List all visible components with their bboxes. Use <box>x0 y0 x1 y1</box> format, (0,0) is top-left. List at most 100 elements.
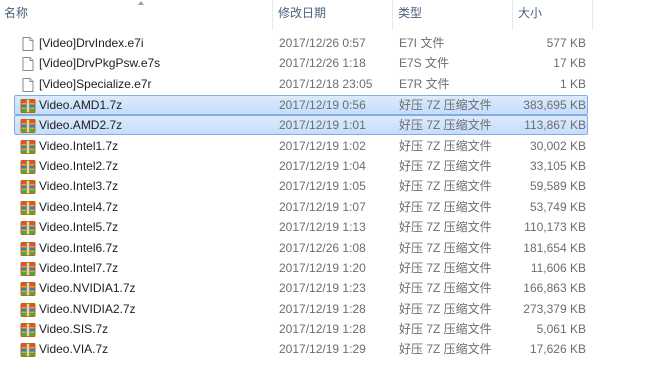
document-icon <box>20 77 36 93</box>
file-name: [Video]DrvPkgPsw.e7s <box>39 56 161 71</box>
file-type: 好压 7Z 压缩文件 <box>399 179 492 194</box>
file-size: 33,105 KB <box>529 159 586 174</box>
file-name: [Video]Specialize.e7r <box>39 76 152 91</box>
file-type: 好压 7Z 压缩文件 <box>399 199 492 214</box>
archive-icon <box>20 261 36 277</box>
archive-icon <box>20 139 36 155</box>
archive-icon <box>20 342 36 358</box>
file-modified-date: 2017/12/19 1:29 <box>279 342 366 357</box>
file-row[interactable]: Video.NVIDIA1.7z 2017/12/19 1:23 好压 7Z 压缩文… <box>14 278 588 298</box>
file-type: 好压 7Z 压缩文件 <box>399 321 492 336</box>
file-modified-date: 2017/12/19 1:04 <box>279 159 366 174</box>
file-size: 110,173 KB <box>524 220 586 235</box>
file-size: 113,867 KB <box>524 118 586 133</box>
file-modified-date: 2017/12/19 1:28 <box>279 301 366 316</box>
sort-ascending-icon <box>138 1 144 5</box>
file-size: 17,626 KB <box>529 342 586 357</box>
file-size: 11,606 KB <box>530 260 586 275</box>
file-modified-date: 2017/12/19 1:01 <box>279 118 366 133</box>
column-header-type-label: 类型 <box>398 6 423 20</box>
file-modified-date: 2017/12/26 0:57 <box>279 36 366 50</box>
file-modified-date: 2017/12/19 1:07 <box>279 199 366 214</box>
column-divider[interactable] <box>272 0 273 30</box>
file-row[interactable]: Video.NVIDIA2.7z 2017/12/19 1:28 好压 7Z 压缩文… <box>14 299 588 319</box>
file-row[interactable]: Video.Intel4.7z 2017/12/19 1:07 好压 7Z 压缩文件… <box>14 197 588 217</box>
file-row[interactable]: Video.Intel3.7z 2017/12/19 1:05 好压 7Z 压缩文件… <box>14 176 588 196</box>
file-row[interactable]: Video.AMD1.7z 2017/12/19 0:56 好压 7Z 压缩文件 38… <box>14 95 588 116</box>
file-modified-date: 2017/12/18 23:05 <box>279 76 373 91</box>
file-name: Video.AMD2.7z <box>39 118 123 133</box>
file-name: [Video]DrvIndex.e7i <box>39 36 144 50</box>
file-name: Video.AMD1.7z <box>39 98 123 113</box>
file-name: Video.Intel4.7z <box>39 199 119 214</box>
file-size: 17 KB <box>553 56 586 71</box>
file-size: 166,863 KB <box>523 281 586 296</box>
file-type: 好压 7Z 压缩文件 <box>399 240 492 255</box>
file-type: 好压 7Z 压缩文件 <box>399 98 492 113</box>
archive-icon <box>20 179 36 195</box>
file-row[interactable]: Video.Intel1.7z 2017/12/19 1:02 好压 7Z 压缩文件… <box>14 136 588 156</box>
file-size: 5,061 KB <box>536 321 586 336</box>
file-type: E7R 文件 <box>399 76 450 91</box>
file-row[interactable]: Video.Intel5.7z 2017/12/19 1:13 好压 7Z 压缩文件… <box>14 217 588 237</box>
archive-icon <box>20 200 36 216</box>
column-header-date-label: 修改日期 <box>278 6 327 20</box>
file-row[interactable]: Video.Intel7.7z 2017/12/19 1:20 好压 7Z 压缩文件… <box>14 258 588 278</box>
file-type: 好压 7Z 压缩文件 <box>399 281 492 296</box>
file-modified-date: 2017/12/26 1:08 <box>279 240 366 255</box>
column-header-date[interactable]: 修改日期 <box>274 0 392 30</box>
file-modified-date: 2017/12/19 1:20 <box>279 260 366 275</box>
column-divider[interactable] <box>512 0 513 30</box>
column-header-type[interactable]: 类型 <box>394 0 512 30</box>
document-icon <box>20 56 36 72</box>
file-size: 30,002 KB <box>529 138 586 153</box>
file-name: Video.Intel2.7z <box>39 159 119 174</box>
archive-icon <box>20 302 36 318</box>
file-size: 181,654 KB <box>523 240 586 255</box>
column-header-size-label: 大小 <box>518 6 543 20</box>
file-row[interactable]: Video.Intel2.7z 2017/12/19 1:04 好压 7Z 压缩文件… <box>14 156 588 176</box>
file-modified-date: 2017/12/19 1:13 <box>279 220 366 235</box>
column-header-name[interactable]: 名称 <box>0 0 272 30</box>
column-divider[interactable] <box>592 0 593 30</box>
file-modified-date: 2017/12/26 1:18 <box>279 56 366 71</box>
file-name: Video.Intel1.7z <box>39 138 119 153</box>
file-size: 577 KB <box>546 36 586 50</box>
file-size: 59,589 KB <box>529 179 586 194</box>
archive-icon <box>20 118 36 134</box>
file-name: Video.Intel3.7z <box>39 179 119 194</box>
file-size: 383,695 KB <box>523 98 586 113</box>
file-name: Video.NVIDIA1.7z <box>39 281 136 296</box>
file-type: E7I 文件 <box>399 36 445 50</box>
column-header-bar: 名称 修改日期 类型 大小 <box>0 0 667 30</box>
file-name: Video.NVIDIA2.7z <box>39 301 136 316</box>
file-row[interactable]: Video.AMD2.7z 2017/12/19 1:01 好压 7Z 压缩文件 11… <box>14 115 588 136</box>
column-header-name-label: 名称 <box>4 6 29 20</box>
file-name: Video.SIS.7z <box>39 321 109 336</box>
file-row[interactable]: Video.SIS.7z 2017/12/19 1:28 好压 7Z 压缩文件 5,0… <box>14 319 588 339</box>
column-divider[interactable] <box>392 0 393 30</box>
archive-icon <box>20 159 36 175</box>
file-name: Video.VIA.7z <box>39 342 109 357</box>
file-type: 好压 7Z 压缩文件 <box>399 220 492 235</box>
file-type: E7S 文件 <box>399 56 450 71</box>
file-modified-date: 2017/12/19 1:05 <box>279 179 366 194</box>
file-name: Video.Intel5.7z <box>39 220 119 235</box>
file-type: 好压 7Z 压缩文件 <box>399 301 492 316</box>
archive-icon <box>20 322 36 338</box>
file-size: 1 KB <box>559 76 586 91</box>
file-size: 53,749 KB <box>529 199 586 214</box>
file-modified-date: 2017/12/19 1:23 <box>279 281 366 296</box>
file-row[interactable]: [Video]DrvIndex.e7i 2017/12/26 0:57 E7I 文件… <box>14 33 588 53</box>
file-row[interactable]: Video.Intel6.7z 2017/12/26 1:08 好压 7Z 压缩文件… <box>14 238 588 258</box>
file-row[interactable]: [Video]Specialize.e7r 2017/12/18 23:05 E7R… <box>14 74 588 94</box>
file-modified-date: 2017/12/19 1:28 <box>279 321 366 336</box>
archive-icon <box>20 281 36 297</box>
file-name: Video.Intel6.7z <box>39 240 119 255</box>
column-header-size[interactable]: 大小 <box>514 0 592 30</box>
file-row[interactable]: Video.VIA.7z 2017/12/19 1:29 好压 7Z 压缩文件 17,… <box>14 339 588 359</box>
file-row[interactable]: [Video]DrvPkgPsw.e7s 2017/12/26 1:18 E7S 文… <box>14 53 588 73</box>
file-modified-date: 2017/12/19 0:56 <box>279 98 366 113</box>
file-type: 好压 7Z 压缩文件 <box>399 118 492 133</box>
file-name: Video.Intel7.7z <box>39 260 119 275</box>
